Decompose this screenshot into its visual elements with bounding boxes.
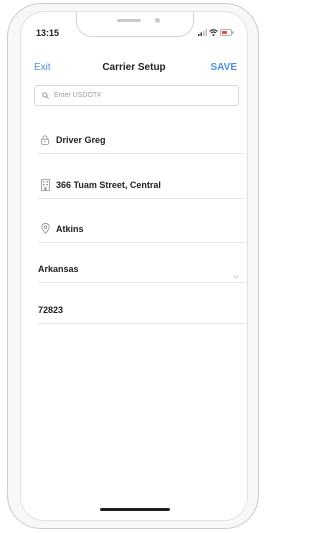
speaker-grille [117, 19, 141, 22]
street-field[interactable]: 366 Tuam Street, Central [38, 171, 245, 199]
street-value: 366 Tuam Street, Central [56, 179, 161, 190]
camera-dot [155, 18, 160, 23]
nav-bar: Exit Carrier Setup SAVE [21, 58, 247, 78]
battery-icon [220, 29, 234, 36]
state-value: Arkansas [38, 263, 79, 274]
signal-icon [198, 29, 207, 36]
name-field[interactable]: Driver Greg [38, 126, 245, 154]
zip-value: 72823 [38, 304, 64, 315]
wifi-icon [209, 29, 218, 36]
phone-frame: 13:15 Exit Carrier Setup SAVE Enter USDO… [7, 3, 259, 529]
state-select[interactable]: Arkansas [38, 255, 245, 283]
lock-icon [38, 133, 52, 147]
status-time: 13:15 [36, 28, 60, 38]
search-icon [42, 92, 49, 99]
zip-field[interactable]: 72823 [38, 296, 245, 324]
usdot-search-box[interactable] [34, 85, 239, 106]
usdot-search-input[interactable] [54, 92, 224, 99]
city-value: Atkins [56, 223, 84, 234]
building-icon [38, 178, 52, 192]
app-screen: 13:15 Exit Carrier Setup SAVE Enter USDO… [20, 11, 248, 521]
status-icons [198, 29, 234, 36]
device-notch [76, 12, 194, 37]
chevron-down-icon [233, 266, 239, 284]
home-indicator [100, 508, 170, 511]
location-pin-icon [38, 222, 52, 236]
save-button[interactable]: SAVE [211, 62, 238, 73]
name-value: Driver Greg [56, 134, 106, 145]
city-field[interactable]: Atkins [38, 215, 245, 243]
